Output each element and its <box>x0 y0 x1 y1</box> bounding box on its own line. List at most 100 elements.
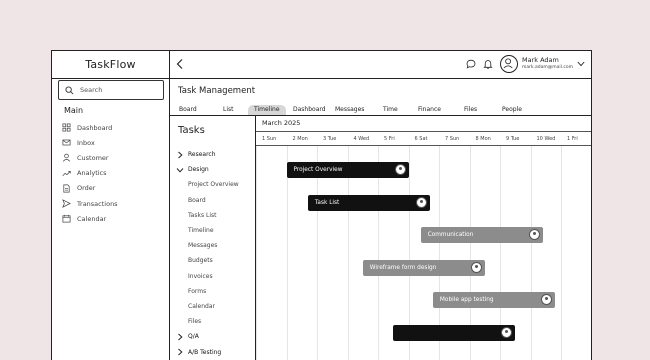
timeline-grid-line <box>256 146 257 360</box>
task-group-design[interactable]: Design <box>176 162 256 177</box>
timeline-day-label: 2 Mon <box>292 136 308 142</box>
timeline-task-label: Wireframe form design <box>369 264 437 271</box>
timeline-day-label: 4 Wed <box>353 136 370 142</box>
nav-section-title: Main <box>64 106 84 115</box>
trend-icon <box>62 170 71 176</box>
task-item[interactable]: Invoices <box>176 269 256 284</box>
timeline-task-bar[interactable]: Communication <box>420 227 543 243</box>
top-bar: Mark Adam mark.adam@mail.com <box>170 51 591 79</box>
task-item[interactable]: Budgets <box>176 253 256 268</box>
task-item[interactable]: Messages <box>176 238 256 253</box>
chevron-down-icon[interactable] <box>577 61 585 67</box>
sidebar-item-transactions[interactable]: Transactions <box>62 196 118 211</box>
tab-timeline[interactable]: Timeline <box>248 105 286 115</box>
task-item[interactable]: Tasks List <box>176 208 256 223</box>
sidebar-item-label: Order <box>77 184 96 193</box>
view-tabs: Board List Timeline Dashboard Messages T… <box>170 103 591 116</box>
timeline-task-bar[interactable]: Project Overview <box>286 162 409 178</box>
task-item[interactable]: Project Overview <box>176 177 256 192</box>
tab-files[interactable]: Files <box>458 105 483 115</box>
task-item[interactable]: Forms <box>176 284 256 299</box>
timeline-task-label: Project Overview <box>293 167 343 173</box>
assignee-avatar-icon <box>415 196 427 208</box>
timeline-month: March 2025 <box>262 119 301 127</box>
task-group-research[interactable]: Research <box>176 147 256 162</box>
task-item[interactable]: Timeline <box>176 223 256 238</box>
search-icon <box>65 85 74 94</box>
chevron-right-icon <box>178 333 183 341</box>
timeline-day-label: 8 Mon <box>475 136 491 142</box>
task-group-ab-testing[interactable]: A/B Testing <box>176 344 256 359</box>
sidebar-item-customer[interactable]: Customer <box>62 150 118 165</box>
user-icon <box>62 154 71 163</box>
bell-icon[interactable] <box>483 59 493 69</box>
assignee-avatar-icon <box>540 294 552 305</box>
timeline-day-label: 7 Sun <box>445 136 460 142</box>
tab-time[interactable]: Time <box>377 105 404 115</box>
search-placeholder: Search <box>80 86 103 94</box>
send-icon <box>62 199 71 208</box>
document-icon <box>63 184 70 193</box>
timeline-task-bar[interactable]: Mobile app testing <box>432 292 555 308</box>
mail-icon <box>62 139 71 146</box>
chevron-right-icon <box>178 348 183 356</box>
sidebar-item-label: Analytics <box>77 169 107 178</box>
chat-icon[interactable] <box>466 59 476 69</box>
tab-list[interactable]: List <box>217 105 240 115</box>
task-item[interactable]: Files <box>176 314 256 329</box>
timeline-day-label: 3 Tue <box>323 136 337 142</box>
sidebar-item-analytics[interactable]: Analytics <box>62 166 118 181</box>
timeline-day-label: 9 Tue <box>506 136 520 142</box>
assignee-avatar-icon <box>470 261 482 273</box>
timeline-day-label: 1 Fri <box>567 136 578 142</box>
task-group-qa[interactable]: Q/A <box>176 329 256 344</box>
avatar[interactable] <box>500 55 518 73</box>
assignee-avatar-icon <box>394 164 406 175</box>
sidebar-item-label: Inbox <box>77 138 95 147</box>
tab-dashboard[interactable]: Dashboard <box>287 105 332 115</box>
timeline-grid-line <box>530 146 532 360</box>
timeline-task-label: Task List <box>314 199 340 206</box>
timeline-task-bar[interactable]: Task List <box>307 194 430 211</box>
user-name: Mark Adam <box>522 56 559 64</box>
sidebar-item-calendar[interactable]: Calendar <box>62 211 118 226</box>
assignee-avatar-icon <box>501 326 513 338</box>
task-group-label: Q/A <box>188 333 199 341</box>
sidebar-item-label: Calendar <box>77 214 107 223</box>
sidebar-item-label: Dashboard <box>77 123 113 132</box>
app-logo: TaskFlow <box>52 51 169 79</box>
page-title: Task Management <box>178 86 256 96</box>
tab-people[interactable]: People <box>496 105 528 115</box>
timeline-task-bar[interactable]: Wireframe form design <box>362 259 485 276</box>
task-group-label: A/B Testing <box>188 348 222 356</box>
task-item[interactable]: Board <box>176 193 256 208</box>
task-item[interactable]: Calendar <box>176 299 256 314</box>
tasks-title: Tasks <box>178 125 205 136</box>
timeline-grid-line <box>347 146 349 360</box>
timeline-grid-line <box>561 146 562 360</box>
tab-messages[interactable]: Messages <box>329 105 370 115</box>
sidebar-item-inbox[interactable]: Inbox <box>62 135 118 150</box>
sidebar-item-label: Customer <box>77 153 109 162</box>
sidebar-item-order[interactable]: Order <box>62 181 118 196</box>
sidebar-item-label: Transactions <box>77 199 118 208</box>
timeline-task-label: Mobile app testing <box>439 297 494 303</box>
task-tree: Research Design Project Overview Board T… <box>176 147 256 360</box>
tab-board[interactable]: Board <box>173 105 203 115</box>
chevron-right-icon <box>178 151 183 158</box>
sidebar-item-dashboard[interactable]: Dashboard <box>62 120 118 135</box>
assignee-avatar-icon <box>528 229 540 240</box>
user-email: mark.adam@mail.com <box>522 65 573 70</box>
timeline-chart: March 2025 1 Sun 2 Mon 3 Tue 4 Wed 5 Fri 6 Sa… <box>255 116 591 360</box>
tab-finance[interactable]: Finance <box>412 105 447 115</box>
timeline-task-bar[interactable] <box>393 324 516 341</box>
back-chevron-icon[interactable] <box>175 58 185 70</box>
app-window: TaskFlow Search Main Dashboard Inbox Cus… <box>51 50 592 360</box>
task-group-label: Design <box>188 166 209 174</box>
search-input[interactable]: Search <box>58 80 164 100</box>
timeline-day-label: 10 Wed <box>536 136 556 142</box>
grid-icon <box>62 123 71 132</box>
timeline-grid-line <box>378 146 379 360</box>
timeline-grid-line <box>317 146 318 360</box>
nav-list: Dashboard Inbox Customer Analytics Order… <box>62 120 118 226</box>
